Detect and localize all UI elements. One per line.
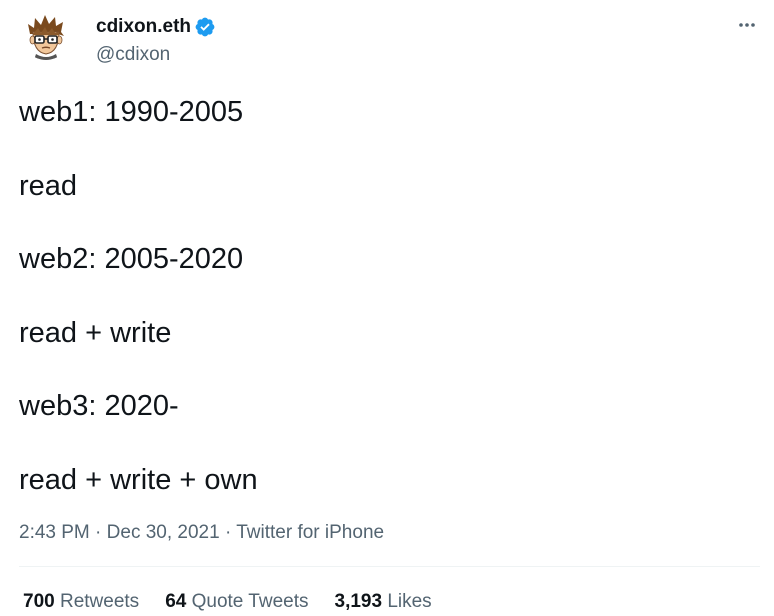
separator: · — [95, 522, 102, 543]
tweet-text-line: read + write — [19, 316, 172, 349]
display-name[interactable]: cdixon.eth — [96, 15, 191, 39]
likes-count: 3,193 — [334, 591, 383, 612]
tweet-card: cdixon.eth @cdixon web1: 1990-2005 read … — [0, 0, 774, 616]
tweet-date[interactable]: Dec 30, 2021 — [107, 522, 220, 543]
user-names: cdixon.eth @cdixon — [96, 12, 216, 67]
likes-stat[interactable]: 3,193 Likes — [335, 589, 432, 615]
tweet-text-line: web1: 1990-2005 — [19, 96, 244, 128]
quote-tweets-count: 64 — [165, 591, 187, 612]
tweet-source[interactable]: Twitter for iPhone — [236, 522, 384, 543]
tweet-text-line: read — [19, 169, 78, 202]
quote-tweets-label: Quote Tweets — [191, 591, 309, 612]
avatar[interactable] — [22, 12, 70, 60]
more-horizontal-icon — [739, 23, 755, 27]
divider — [19, 566, 760, 567]
engagement-stats: 700 Retweets 64 Quote Tweets 3,193 Likes — [23, 589, 458, 615]
tweet-text-line: web3: 2020- — [19, 390, 179, 423]
display-name-row: cdixon.eth — [96, 15, 216, 39]
retweets-count: 700 — [23, 591, 55, 612]
more-options-button[interactable] — [736, 14, 758, 36]
quote-tweets-stat[interactable]: 64 Quote Tweets — [165, 589, 308, 615]
tweet-text-line: read + write + own — [19, 463, 258, 496]
separator: · — [224, 522, 232, 543]
avatar-image — [22, 12, 70, 60]
tweet-text: web1: 1990-2005 read web2: 2005-2020 rea… — [19, 94, 258, 498]
user-handle[interactable]: @cdixon — [96, 43, 216, 67]
tweet-header: cdixon.eth @cdixon — [22, 12, 216, 67]
likes-label: Likes — [387, 591, 432, 612]
retweets-stat[interactable]: 700 Retweets — [23, 589, 139, 615]
verified-badge-icon — [195, 17, 215, 37]
tweet-text-line: web2: 2005-2020 — [19, 243, 244, 276]
tweet-time[interactable]: 2:43 PM — [19, 522, 90, 543]
retweets-label: Retweets — [59, 591, 140, 612]
tweet-metadata: 2:43 PM · Dec 30, 2021 · Twitter for iPh… — [19, 520, 384, 546]
